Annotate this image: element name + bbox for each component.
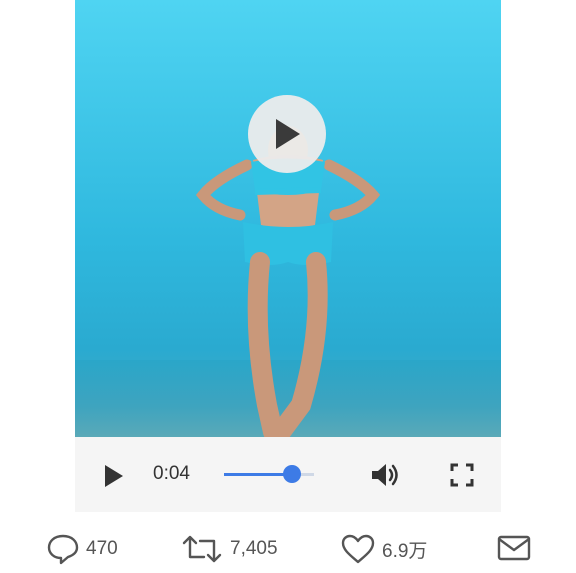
retweet-icon — [182, 535, 222, 563]
message-button[interactable] — [496, 533, 532, 563]
comment-icon — [47, 534, 79, 565]
fullscreen-icon — [450, 463, 474, 487]
heart-icon — [341, 534, 375, 564]
like-count: 6.9万 — [382, 540, 428, 562]
like-button[interactable]: 6.9万 — [340, 533, 427, 565]
seek-bar[interactable] — [224, 465, 314, 483]
video-frame[interactable] — [75, 0, 501, 437]
seek-thumb[interactable] — [282, 465, 301, 483]
fullscreen-button[interactable] — [450, 463, 474, 487]
current-time: 0:04 — [153, 463, 190, 484]
video-control-bar: 0:04 — [75, 437, 501, 512]
seek-progress — [224, 473, 292, 476]
volume-icon — [372, 464, 398, 486]
play-button-large[interactable] — [248, 95, 326, 173]
reply-button[interactable]: 470 — [46, 533, 118, 565]
reply-count: 470 — [86, 538, 118, 559]
volume-button[interactable] — [370, 461, 402, 489]
video-thumbnail-figure — [195, 126, 381, 437]
envelope-icon — [497, 535, 531, 561]
retweet-count: 7,405 — [230, 538, 278, 559]
play-icon — [276, 119, 300, 149]
retweet-button[interactable]: 7,405 — [180, 533, 278, 565]
play-button[interactable] — [103, 464, 125, 488]
play-icon — [105, 465, 123, 487]
tweet-action-bar: 470 7,405 6.9万 — [0, 525, 576, 573]
